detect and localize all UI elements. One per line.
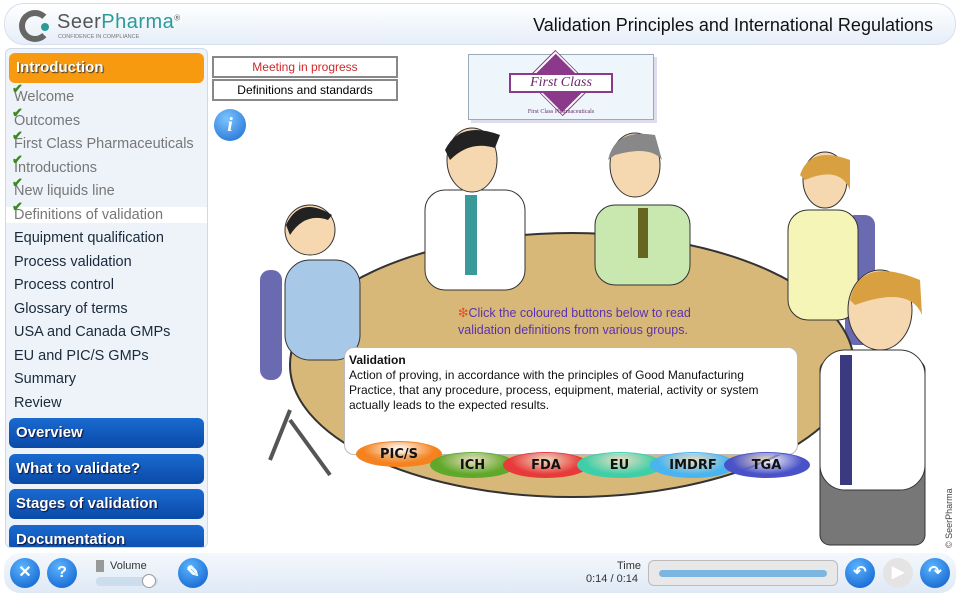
asterisk-icon: ❇ xyxy=(458,306,469,320)
brand-tagline: CONFIDENCE IN COMPLIANCE xyxy=(58,34,140,40)
instruction-line-1: Click the coloured buttons below to read xyxy=(468,306,691,320)
group-button-tga[interactable]: TGA xyxy=(723,452,810,478)
sidebar-item-label: Welcome xyxy=(14,89,75,105)
sidebar-item[interactable]: Summary xyxy=(14,371,204,387)
instruction-text: ❇Click the coloured buttons below to rea… xyxy=(458,305,691,339)
section-button[interactable]: Documentation xyxy=(9,524,204,547)
notes-button[interactable]: ✎ xyxy=(178,558,208,588)
company-sign: First Class First Class Pharmaceuticals xyxy=(468,49,654,120)
sidebar-item[interactable]: ✔ Introductions xyxy=(12,152,204,176)
sidebar-item-label: Process validation xyxy=(14,253,132,270)
sidebar-item[interactable]: ✔ Welcome xyxy=(12,81,204,105)
brand-name: SeerPharma® xyxy=(57,11,181,33)
volume-slider[interactable] xyxy=(96,574,158,588)
tab-meeting-in-progress[interactable]: Meeting in progress xyxy=(212,56,398,78)
sidebar-item-label: Summary xyxy=(14,371,77,387)
sidebar-item-label: Outcomes xyxy=(14,112,81,129)
sidebar-item-label: First Class Pharmaceuticals xyxy=(14,136,194,152)
sidebar-item-label: New liquids line xyxy=(14,183,115,199)
sidebar-item-label: Definitions of validation xyxy=(14,206,164,223)
tab-definitions-and-standards[interactable]: Definitions and standards xyxy=(212,79,398,101)
volume-label: Volume xyxy=(110,560,147,572)
sidebar-item[interactable]: ✔ Outcomes xyxy=(12,105,204,129)
sidebar-item[interactable]: ✔ New liquids line xyxy=(12,175,204,199)
speaker-icon xyxy=(96,560,104,572)
sidebar-item[interactable]: ✔ First Class Pharmaceuticals xyxy=(12,128,204,152)
person-right-woman xyxy=(787,209,859,321)
definition-title: Validation xyxy=(349,353,406,367)
sidebar-item[interactable]: ✔ Definitions of validation xyxy=(6,199,207,223)
chair xyxy=(260,270,282,380)
sidebar-item[interactable]: Equipment qualification xyxy=(14,230,204,246)
sidebar-item[interactable]: Review xyxy=(14,395,204,411)
definition-panel: Validation Action of proving, in accorda… xyxy=(344,347,798,455)
help-button[interactable]: ? xyxy=(47,558,77,588)
sidebar-item-label: Equipment qualification xyxy=(14,230,164,246)
sidebar-item-label: Introductions xyxy=(14,159,98,176)
close-button[interactable]: ✕ xyxy=(10,558,40,588)
section-button[interactable]: Overview xyxy=(9,418,204,448)
checkmark-icon: ✔ xyxy=(12,81,23,96)
sidebar-item[interactable]: Process validation xyxy=(14,254,204,270)
sidebar-menu: Introduction ✔ Welcome ✔ Outcomes ✔ First Cla… xyxy=(5,48,208,548)
checkmark-icon: ✔ xyxy=(12,104,23,120)
person-left xyxy=(284,259,361,361)
page-title: Validation Principles and International … xyxy=(533,15,933,35)
checkmark-icon: ✔ xyxy=(12,198,23,214)
section-introduction[interactable]: Introduction xyxy=(9,53,204,83)
sign-company-name: First Class Pharmaceuticals xyxy=(527,109,595,115)
time-label: Time xyxy=(617,560,642,572)
sidebar-item[interactable]: USA and Canada GMPs xyxy=(14,324,204,340)
copyright: © SeerPharma xyxy=(944,488,954,548)
header: SeerPharma® CONFIDENCE IN COMPLIANCE Val… xyxy=(4,3,956,45)
sidebar-item-label: EU and PIC/S GMPs xyxy=(14,347,149,364)
time-readout: 0:14 / 0:14 xyxy=(586,573,638,585)
checkmark-icon: ✔ xyxy=(12,175,23,190)
sign-logo-text: First Class xyxy=(509,73,613,93)
progress-fill xyxy=(659,570,827,577)
sidebar-item[interactable]: EU and PIC/S GMPs xyxy=(14,348,204,364)
checkmark-icon: ✔ xyxy=(12,151,23,167)
sidebar-item-label: Process control xyxy=(14,277,114,293)
group-button-pics[interactable]: PIC/S xyxy=(356,441,442,467)
sidebar-item[interactable]: Process control xyxy=(14,277,204,293)
sidebar-item-label: USA and Canada GMPs xyxy=(14,324,171,340)
progress-slider[interactable] xyxy=(648,560,838,586)
volume-slider-handle[interactable] xyxy=(141,574,156,588)
replay-button[interactable]: ↶ xyxy=(845,558,875,588)
sidebar-item-label: Review xyxy=(14,394,62,411)
logo-dot xyxy=(41,23,49,31)
sidebar-item-label: Glossary of terms xyxy=(14,300,128,317)
definition-text: Action of proving, in accordance with th… xyxy=(349,368,759,412)
instruction-line-2: validation definitions from various grou… xyxy=(458,323,688,337)
play-button[interactable]: ▶ xyxy=(883,558,913,588)
section-button[interactable]: Stages of validation xyxy=(9,489,204,519)
section-button[interactable]: What to validate? xyxy=(9,453,204,484)
next-button[interactable]: ↷ xyxy=(920,558,950,588)
sidebar-item[interactable]: Glossary of terms xyxy=(14,301,204,317)
checkmark-icon: ✔ xyxy=(12,128,23,143)
